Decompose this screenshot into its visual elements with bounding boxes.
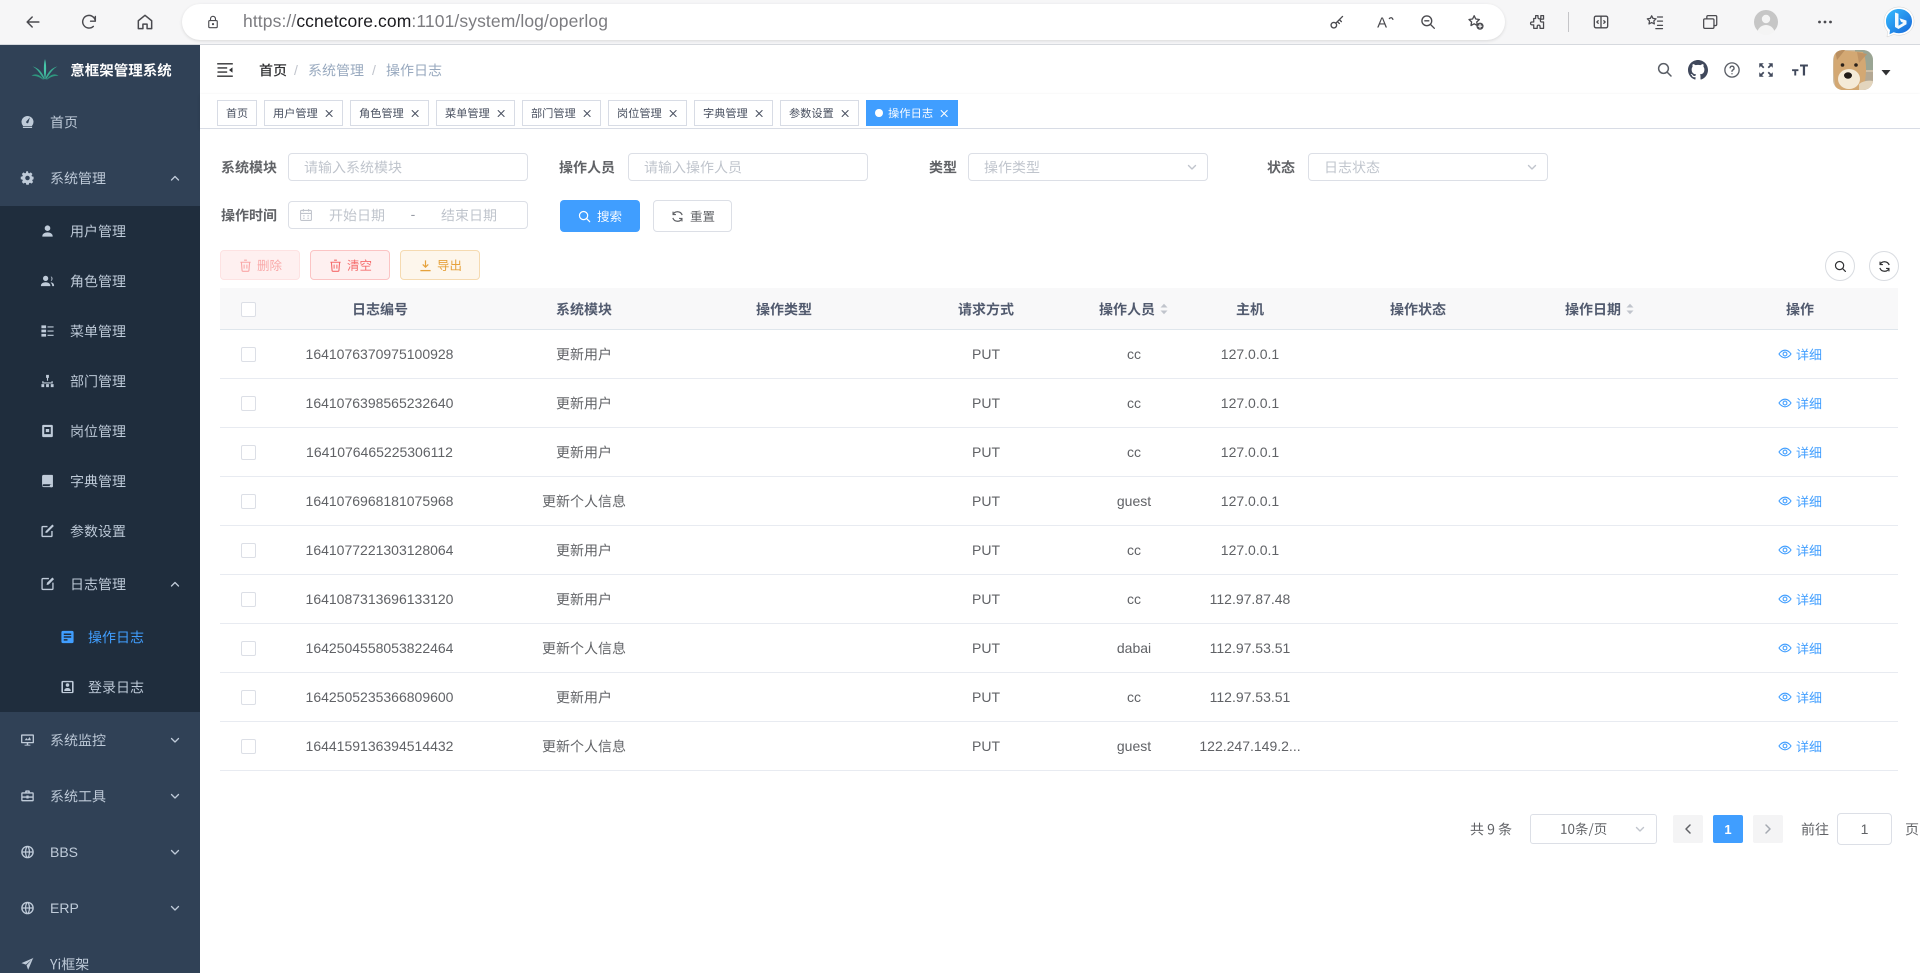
svg-text:A: A bbox=[1377, 15, 1387, 31]
